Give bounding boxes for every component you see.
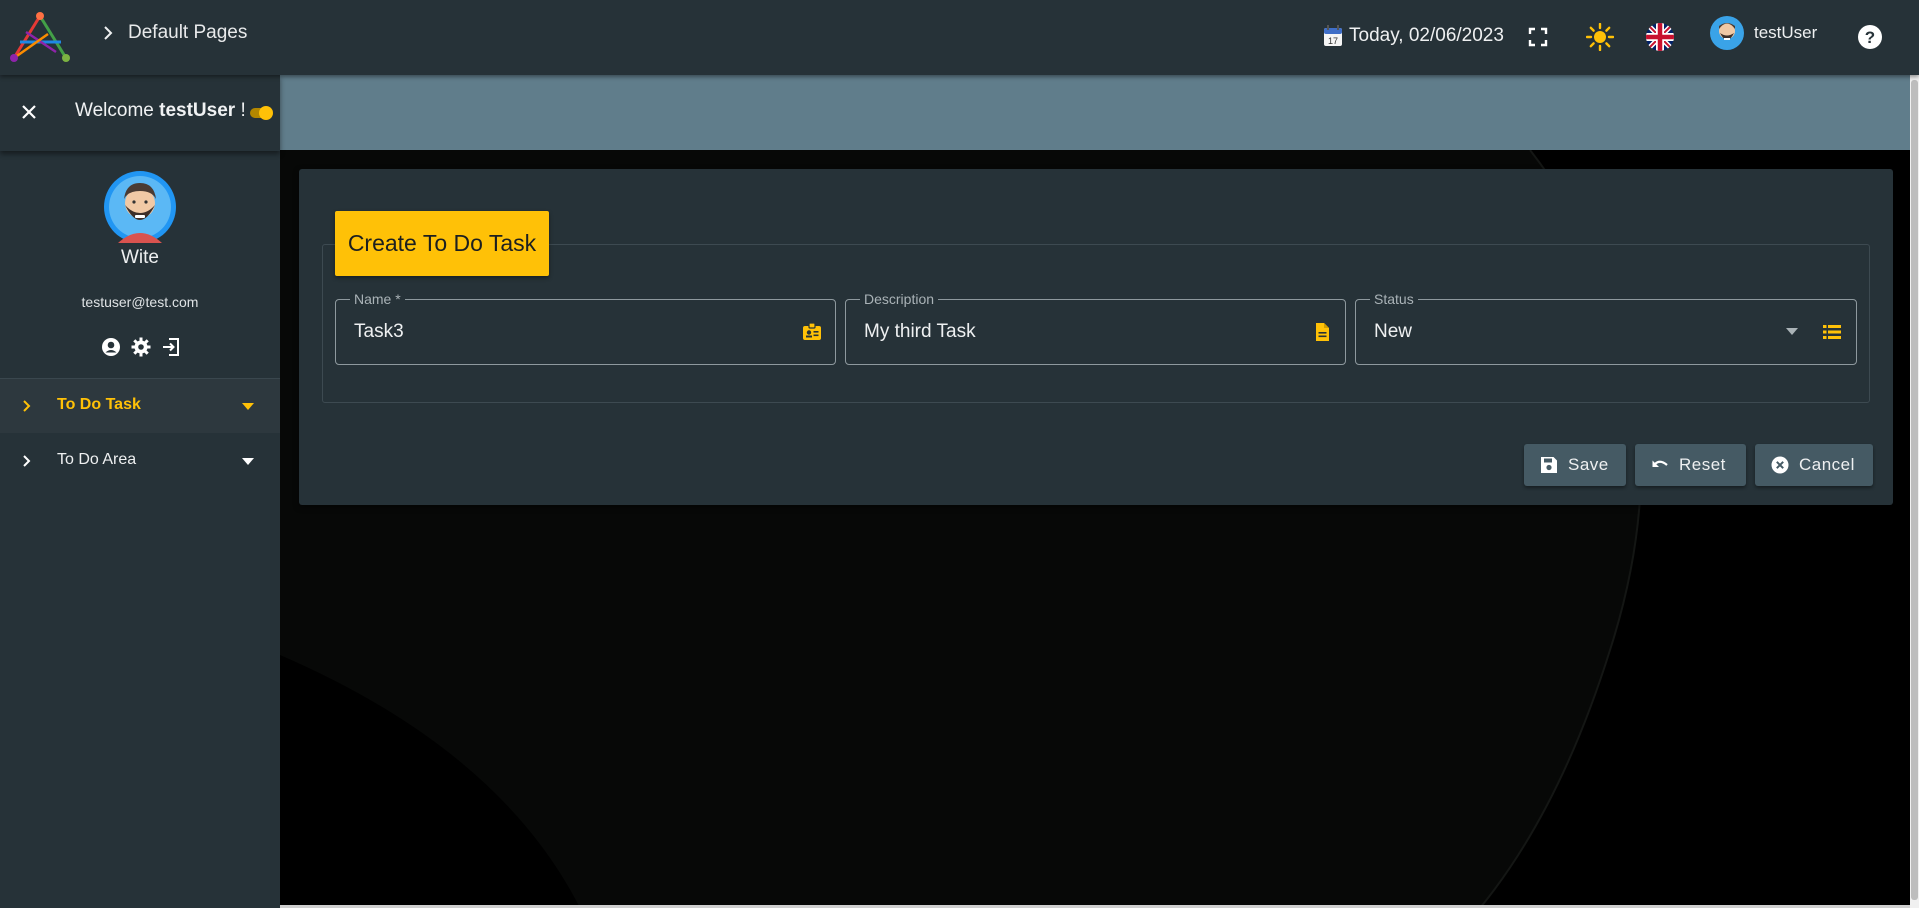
avatar-icon <box>1710 16 1744 50</box>
status-label: Status <box>1370 291 1418 307</box>
sidebar-item-label: To Do Task <box>57 396 141 413</box>
page-banner <box>280 75 1910 150</box>
status-value: New <box>1374 321 1413 342</box>
breadcrumb-label[interactable]: Default Pages <box>128 22 247 44</box>
cancel-circle-icon <box>1771 456 1789 474</box>
breadcrumb: Default Pages <box>102 22 247 44</box>
logout-icon[interactable] <box>161 337 181 357</box>
close-icon[interactable] <box>20 103 38 121</box>
floppy-disk-icon <box>1541 457 1557 473</box>
name-value[interactable]: Task3 <box>354 321 404 343</box>
svg-text:?: ? <box>1865 28 1875 47</box>
chevron-right-icon <box>23 455 31 467</box>
cancel-button[interactable]: Cancel <box>1755 444 1873 486</box>
caret-down-icon[interactable] <box>242 403 254 411</box>
description-label: Description <box>860 291 939 307</box>
document-icon <box>1316 323 1329 341</box>
sidebar-item-to-do-task[interactable]: To Do Task <box>0 379 280 433</box>
reset-button[interactable]: Reset <box>1635 444 1746 486</box>
profile-name: Wite <box>121 247 159 268</box>
fullscreen-icon[interactable] <box>1523 22 1553 52</box>
sidebar-item-to-do-area[interactable]: To Do Area <box>0 434 280 488</box>
sidebar: Welcome testUser ! Wite testuser@test.co… <box>0 75 280 908</box>
welcome-text: Welcome testUser ! <box>75 100 246 122</box>
chevron-right-icon <box>23 400 31 412</box>
date-display: 17 Today, 02/06/2023 <box>1323 25 1504 47</box>
uk-flag-icon[interactable] <box>1645 22 1675 52</box>
date-text: Today, 02/06/2023 <box>1349 25 1504 46</box>
welcome-prefix: Welcome <box>75 100 154 121</box>
sidebar-header: Welcome testUser ! <box>0 75 280 151</box>
chevron-right-icon <box>104 26 113 40</box>
caret-down-icon[interactable] <box>1786 328 1798 336</box>
reset-label: Reset <box>1679 455 1726 474</box>
description-field[interactable]: Description My third Task <box>845 291 1346 365</box>
welcome-suffix: ! <box>240 100 246 121</box>
cancel-label: Cancel <box>1799 455 1855 474</box>
status-select[interactable]: Status New <box>1355 291 1857 365</box>
profile-actions <box>101 337 181 357</box>
save-label: Save <box>1568 455 1609 474</box>
app-logo-icon[interactable] <box>6 6 76 66</box>
sun-icon[interactable] <box>1585 22 1615 52</box>
welcome-username: testUser <box>159 100 236 121</box>
name-label: Name * <box>350 291 405 307</box>
top-bar: Default Pages 17 Today, 02/06/2023 testU… <box>0 0 1919 75</box>
caret-down-icon[interactable] <box>242 458 254 466</box>
scrollbar-thumb[interactable] <box>1911 80 1918 900</box>
help-icon[interactable]: ? <box>1855 22 1885 52</box>
sidebar-item-label: To Do Area <box>57 451 137 468</box>
description-value[interactable]: My third Task <box>864 321 976 343</box>
account-icon[interactable] <box>101 337 121 357</box>
username-label: testUser <box>1754 23 1818 42</box>
settings-gear-icon[interactable] <box>131 337 151 357</box>
id-badge-icon <box>803 322 821 340</box>
profile-email: testuser@test.com <box>81 294 199 310</box>
form-title: Create To Do Task <box>335 211 549 276</box>
save-button[interactable]: Save <box>1524 444 1626 486</box>
svg-text:17: 17 <box>1328 36 1338 46</box>
list-icon <box>1823 325 1841 339</box>
undo-icon <box>1652 460 1668 467</box>
sidebar-pin-toggle[interactable] <box>249 105 275 121</box>
calendar-icon: 17 <box>1324 25 1342 46</box>
name-field[interactable]: Name * Task3 <box>335 291 836 365</box>
profile-avatar-icon <box>104 171 176 243</box>
user-menu[interactable]: testUser <box>1710 16 1817 50</box>
